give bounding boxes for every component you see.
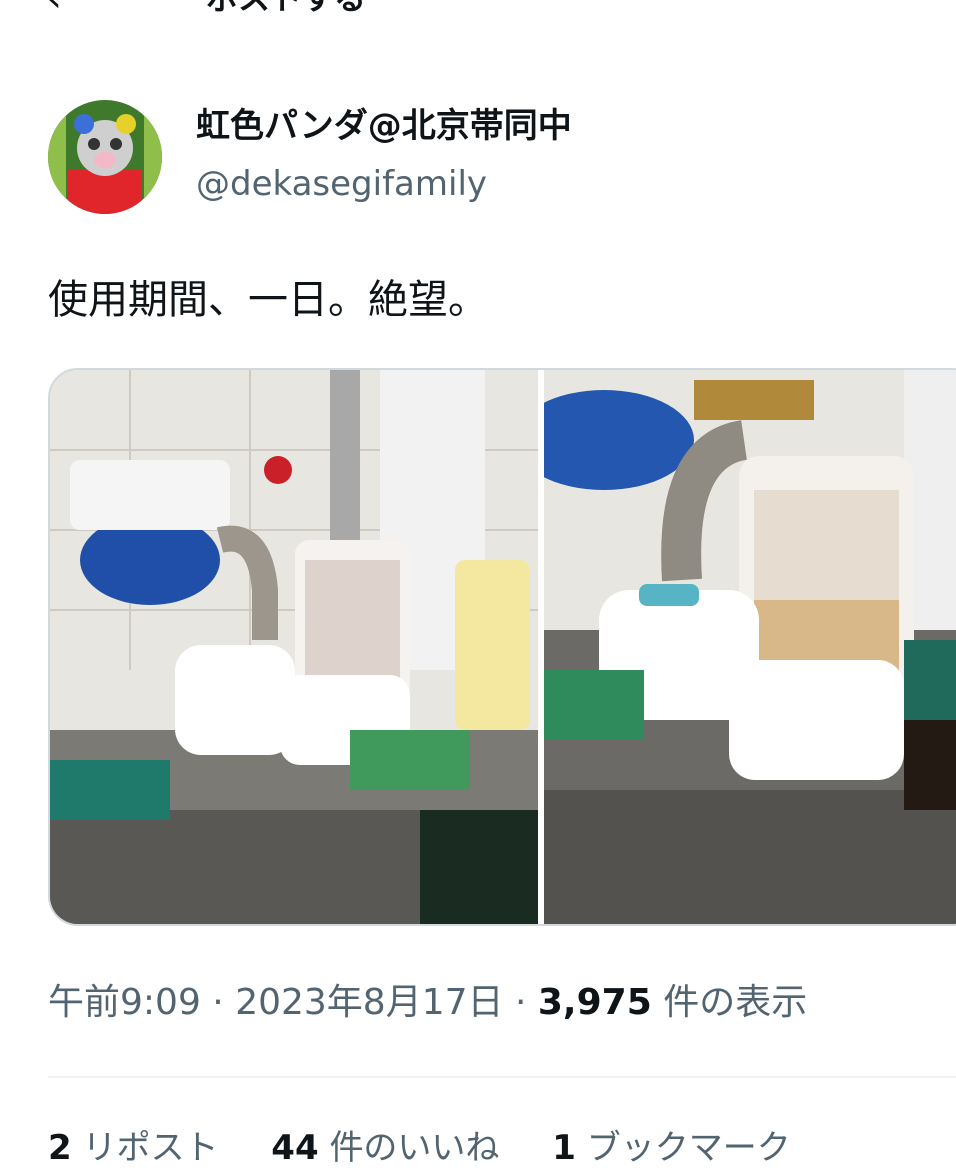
reposts-label: リポスト <box>82 1128 219 1168</box>
meta-separator: · <box>514 982 538 1023</box>
likes-label: 件のいいね <box>329 1128 500 1168</box>
author-display-name[interactable]: 虹色パンダ@北京帯同中 <box>196 104 572 148</box>
engagement-stats: 2 リポスト 44 件のいいね 1 ブックマーク <box>48 1126 833 1170</box>
reposts-stat[interactable]: 2 リポスト <box>48 1128 218 1168</box>
post-time[interactable]: 午前9:09 <box>48 982 201 1023</box>
photo-filter-closeup[interactable] <box>544 370 956 924</box>
bookmarks-stat[interactable]: 1 ブックマーク <box>552 1128 790 1168</box>
likes-stat[interactable]: 44 件のいいね <box>271 1128 499 1168</box>
panda-avatar-image <box>48 100 162 214</box>
page-title: ポストする <box>206 0 366 18</box>
post-text: 使用期間、一日。絶望。 <box>48 277 488 323</box>
reposts-count: 2 <box>48 1128 72 1168</box>
views-label: 件の表示 <box>663 982 808 1023</box>
post-meta: 午前9:09 · 2023年8月17日 · 3,975 件の表示 <box>48 980 807 1026</box>
bookmarks-count: 1 <box>552 1128 576 1168</box>
media-gallery <box>48 368 956 926</box>
avatar[interactable] <box>48 100 162 214</box>
bookmarks-label: ブックマーク <box>586 1128 791 1168</box>
author-handle[interactable]: @dekasegifamily <box>196 162 487 206</box>
photo-filter-day-1[interactable] <box>50 370 538 924</box>
section-divider <box>48 1076 956 1078</box>
meta-separator: · <box>212 982 236 1023</box>
post-date[interactable]: 2023年8月17日 <box>235 982 503 1023</box>
likes-count: 44 <box>271 1128 319 1168</box>
back-arrow-icon[interactable]: ‹ <box>46 0 62 18</box>
top-bar: ‹ ポストする <box>0 0 956 28</box>
views-count: 3,975 <box>537 982 652 1023</box>
